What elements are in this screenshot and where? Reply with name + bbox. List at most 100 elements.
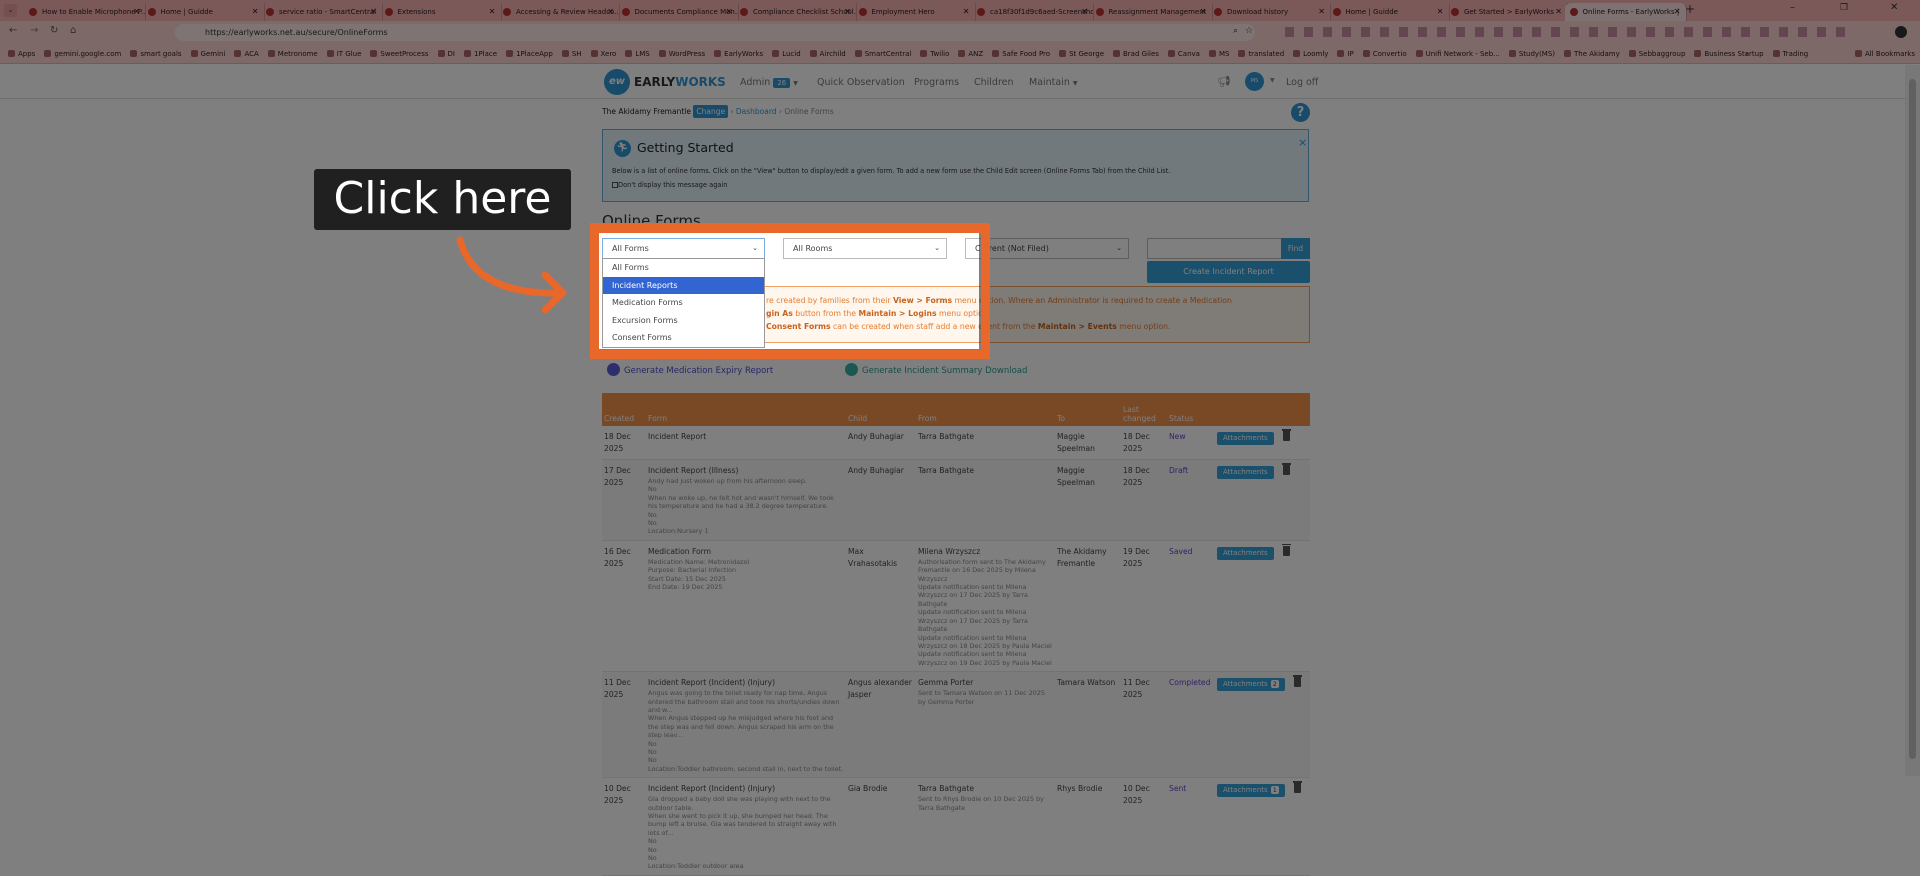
back-icon[interactable]: ←: [9, 25, 17, 36]
bookmark-item[interactable]: Business Startup: [1694, 44, 1764, 64]
tab-search-button[interactable]: ⌄: [4, 4, 17, 17]
bookmark-star-icon[interactable]: ☆: [1245, 26, 1253, 36]
browser-tab[interactable]: Get Started > EarlyWorks ✕: [1446, 3, 1568, 21]
bookmark-item[interactable]: ANZ: [958, 44, 983, 64]
logoff-link[interactable]: Log off: [1286, 77, 1318, 88]
avatar[interactable]: MS: [1245, 72, 1264, 91]
announcement-icon[interactable]: 📢︎: [1217, 75, 1231, 88]
bookmark-item[interactable]: Gemini: [190, 44, 225, 64]
forms-option[interactable]: Incident Reports: [603, 276, 764, 294]
dont-display-checkbox[interactable]: Don't display this message again: [612, 181, 727, 189]
form-link[interactable]: Incident Report (Incident) (Injury): [648, 783, 844, 795]
attachments-button[interactable]: Attachments: [1217, 466, 1274, 479]
bookmark-item[interactable]: Twilio: [920, 44, 949, 64]
bookmark-item[interactable]: WordPress: [658, 44, 705, 64]
avatar-chevron-icon[interactable]: ▼: [1270, 77, 1275, 84]
bookmark-item[interactable]: Lucid: [772, 44, 801, 64]
rooms-filter-select[interactable]: All Rooms ⌄: [783, 238, 947, 259]
bookmark-item[interactable]: Metronome: [267, 44, 318, 64]
bookmark-item[interactable]: Xero: [590, 44, 616, 64]
browser-tab[interactable]: Reassignment Management ✕: [1091, 3, 1213, 21]
incident-summary-download-link[interactable]: Generate Incident Summary Download: [845, 363, 1027, 376]
attachments-button[interactable]: Attachments 1: [1217, 784, 1285, 798]
bookmark-item[interactable]: St George: [1059, 44, 1104, 64]
tab-close-icon[interactable]: ✕: [1674, 3, 1681, 21]
trash-icon[interactable]: [1292, 675, 1302, 688]
form-link[interactable]: Incident Report (Incident) (Injury): [648, 677, 844, 689]
tab-close-icon[interactable]: ✕: [844, 3, 851, 21]
extension-icons[interactable]: [1285, 27, 1845, 37]
browser-tab[interactable]: Accessing & Review Headco... ✕: [498, 3, 620, 21]
browser-tab[interactable]: Online Forms - EarlyWorks | ✕: [1564, 3, 1687, 21]
period-filter-select[interactable]: Current (Not Filed) ⌄: [965, 238, 1129, 259]
maximize-button[interactable]: ❐: [1840, 3, 1848, 13]
reload-icon[interactable]: ↻: [50, 25, 58, 36]
medication-expiry-report-link[interactable]: Generate Medication Expiry Report: [607, 363, 773, 376]
bookmark-item[interactable]: Canva: [1167, 44, 1200, 64]
attachments-button[interactable]: Attachments: [1217, 546, 1274, 560]
bookmark-item[interactable]: 1PlaceApp: [506, 44, 553, 64]
tab-close-icon[interactable]: ✕: [607, 3, 614, 21]
tab-close-icon[interactable]: ✕: [489, 3, 496, 21]
forms-option[interactable]: Medication Forms: [603, 294, 764, 312]
tab-close-icon[interactable]: ✕: [1081, 3, 1088, 21]
find-button[interactable]: Find: [1281, 238, 1310, 259]
tab-close-icon[interactable]: ✕: [133, 3, 140, 21]
browser-tab[interactable]: Home | Guidde ✕: [1328, 3, 1450, 21]
form-link[interactable]: Medication Form: [648, 546, 844, 558]
browser-tab[interactable]: How to Enable Microphone P... ✕: [24, 3, 146, 21]
minimize-button[interactable]: –: [1790, 2, 1795, 13]
bookmark-item[interactable]: Study(MS): [1508, 44, 1555, 64]
bookmark-item[interactable]: EarlyWorks: [714, 44, 763, 64]
trash-icon[interactable]: [1281, 543, 1291, 556]
bookmark-item[interactable]: Brad Giles: [1113, 44, 1159, 64]
earlyworks-logo-icon[interactable]: ew: [604, 69, 630, 95]
forms-option[interactable]: Consent Forms: [603, 329, 764, 347]
bookmark-item[interactable]: Loomly: [1293, 44, 1328, 64]
bookmark-item[interactable]: LMS: [625, 44, 650, 64]
attachments-button[interactable]: Attachments 2: [1217, 678, 1285, 692]
nav-children[interactable]: Children: [974, 77, 1014, 88]
bookmark-item[interactable]: ACA: [234, 44, 259, 64]
trash-icon[interactable]: [1281, 429, 1291, 441]
forms-option[interactable]: All Forms: [603, 259, 764, 277]
bookmark-item[interactable]: translated: [1238, 44, 1284, 64]
address-bar[interactable]: https://earlyworks.net.au/secure/OnlineF…: [175, 24, 1255, 41]
change-centre-button[interactable]: Change: [693, 105, 729, 118]
browser-tab[interactable]: Compliance Checklist School... ✕: [735, 3, 857, 21]
tab-close-icon[interactable]: ✕: [726, 3, 733, 21]
bookmark-item[interactable]: Trading: [1772, 44, 1808, 64]
earlyworks-logo-text[interactable]: EARLYWORKS: [634, 75, 726, 89]
bookmark-item[interactable]: Apps: [8, 44, 35, 64]
tab-close-icon[interactable]: ✕: [1200, 3, 1207, 21]
trash-icon[interactable]: [1281, 463, 1291, 475]
form-link[interactable]: Incident Report (Illness): [648, 465, 844, 477]
bookmark-item[interactable]: Convertio: [1362, 44, 1407, 64]
help-icon[interactable]: ?: [1291, 103, 1310, 122]
page-scrollbar[interactable]: [1905, 65, 1920, 776]
bookmark-item[interactable]: 1Place: [463, 44, 497, 64]
home-icon[interactable]: ⌂: [70, 25, 76, 36]
nav-maintain[interactable]: Maintain ▼: [1029, 77, 1078, 88]
attachments-button[interactable]: Attachments: [1217, 432, 1274, 445]
nav-programs[interactable]: Programs: [914, 77, 959, 88]
profile-icon[interactable]: [1895, 26, 1907, 38]
forms-filter-select[interactable]: All Forms ⌄: [602, 238, 765, 259]
nav-admin[interactable]: Admin 26 ▼: [740, 77, 798, 88]
tab-close-icon[interactable]: ✕: [1437, 3, 1444, 21]
browser-tab[interactable]: Extensions ✕: [380, 3, 502, 21]
search-input[interactable]: [1147, 238, 1282, 259]
tab-close-icon[interactable]: ✕: [252, 3, 259, 21]
bookmark-item[interactable]: DI: [437, 44, 455, 64]
breadcrumb-dashboard-link[interactable]: Dashboard: [736, 107, 777, 116]
browser-tab[interactable]: ca18f30f1d9c6aed-Screensho... ✕: [972, 3, 1094, 21]
bookmark-item[interactable]: Sebbaggroup: [1628, 44, 1685, 64]
nav-quick-observation[interactable]: Quick Observation: [817, 77, 905, 88]
zoom-icon[interactable]: ⌕: [1233, 26, 1238, 36]
bookmark-item[interactable]: IP: [1337, 44, 1354, 64]
bookmark-item[interactable]: Unifi Network - Seb...: [1415, 44, 1500, 64]
new-tab-button[interactable]: +: [1685, 2, 1695, 16]
browser-tab[interactable]: Employment Hero ✕: [854, 3, 976, 21]
tab-close-icon[interactable]: ✕: [370, 3, 377, 21]
forms-option[interactable]: Excursion Forms: [603, 311, 764, 329]
